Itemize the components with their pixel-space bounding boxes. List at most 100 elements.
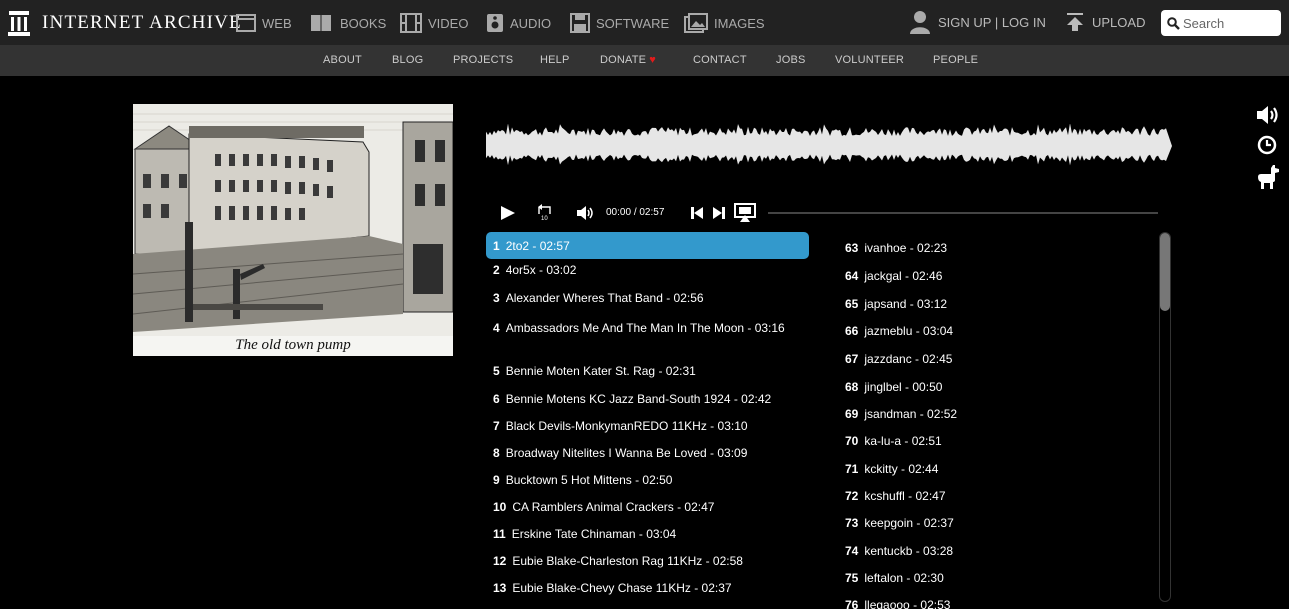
time-separator: / (633, 207, 637, 218)
nav-images-label: IMAGES (714, 15, 765, 31)
track-title: leftalon - 02:30 (864, 571, 944, 585)
nav-people[interactable]: PEOPLE (933, 54, 978, 66)
llama-icon[interactable] (1256, 164, 1282, 190)
playlist: 1 2to2 - 02:57 2 4or5x - 03:02 3 Alexander Wh… (486, 232, 1166, 609)
track-title: llegaooo - 02:53 (864, 598, 951, 609)
track-number: 9 (493, 473, 500, 487)
track-number: 69 (845, 407, 859, 421)
nav-donate[interactable]: DONATE ♥ (600, 54, 656, 66)
current-time: 00:00 (606, 207, 632, 218)
track-number: 3 (493, 291, 500, 305)
duration: 02:57 (639, 207, 665, 218)
track-title: kcshuffl - 02:47 (864, 489, 946, 503)
track-number: 66 (845, 324, 859, 338)
track-number: 65 (845, 297, 859, 311)
playlist-track[interactable]: 4 Ambassadors Me And The Man In The Moon … (493, 318, 811, 338)
volume-icon[interactable] (576, 205, 596, 221)
playlist-track[interactable]: 3 Alexander Wheres That Band - 02:56 (493, 291, 704, 305)
track-number: 5 (493, 364, 500, 378)
nav-contact[interactable]: CONTACT (693, 54, 747, 66)
playlist-track[interactable]: 1 2to2 - 02:57 (486, 232, 809, 259)
playlist-track[interactable]: 6 Bennie Motens KC Jazz Band-South 1924 -… (493, 392, 771, 406)
playlist-track[interactable]: 66 jazmeblu - 03:04 (845, 324, 953, 338)
playlist-track[interactable]: 12 Eubie Blake-Charleston Rag 11KHz - 02:… (493, 554, 743, 568)
playlist-track[interactable]: 5 Bennie Moten Kater St. Rag - 02:31 (493, 364, 696, 378)
nav-audio[interactable]: AUDIO (486, 11, 551, 35)
nav-about[interactable]: ABOUT (323, 54, 362, 66)
track-number: 75 (845, 571, 859, 585)
playlist-track[interactable]: 2 4or5x - 03:02 (493, 263, 576, 277)
playlist-track[interactable]: 70 ka-lu-a - 02:51 (845, 434, 942, 448)
track-title: Bennie Motens KC Jazz Band-South 1924 - … (505, 392, 772, 406)
playlist-track[interactable]: 76 llegaooo - 02:53 (845, 598, 950, 609)
playlist-track[interactable]: 67 jazzdanc - 02:45 (845, 352, 952, 366)
nav-books[interactable]: BOOKS (310, 11, 386, 35)
track-title: kentuckb - 03:28 (864, 544, 954, 558)
nav-images[interactable]: IMAGES (684, 11, 765, 35)
playlist-track[interactable]: 65 japsand - 03:12 (845, 297, 947, 311)
track-title: Ambassadors Me And The Man In The Moon -… (505, 321, 785, 335)
playlist-track[interactable]: 68 jinglbel - 00:50 (845, 380, 942, 394)
user-icon (910, 11, 930, 34)
playlist-track[interactable]: 11 Erskine Tate Chinaman - 03:04 (493, 527, 676, 541)
playlist-track[interactable]: 64 jackgal - 02:46 (845, 269, 942, 283)
clock-icon[interactable] (1256, 134, 1278, 156)
nav-jobs[interactable]: JOBS (776, 54, 806, 66)
track-title: ivanhoe - 02:23 (864, 241, 948, 255)
account-link[interactable]: SIGN UP | LOG IN (910, 8, 1046, 36)
track-title: jinglbel - 00:50 (864, 380, 943, 394)
track-title: Bennie Moten Kater St. Rag - 02:31 (505, 364, 696, 378)
waveform-shape (486, 124, 1172, 166)
nav-projects[interactable]: PROJECTS (453, 54, 513, 66)
progress-bar[interactable] (768, 212, 1158, 214)
secondary-nav-bar: ABOUT BLOG PROJECTS HELP DONATE ♥ CONTACT… (0, 45, 1289, 76)
track-title: Bucktown 5 Hot Mittens - 02:50 (505, 473, 673, 487)
nav-help[interactable]: HELP (540, 54, 570, 66)
track-title: Black Devils-MonkymanREDO 11KHz - 03:10 (505, 419, 748, 433)
play-icon[interactable] (500, 206, 516, 220)
playlist-track[interactable]: 69 jsandman - 02:52 (845, 407, 957, 421)
speaker-icon[interactable] (1256, 104, 1280, 126)
search-box[interactable] (1161, 10, 1281, 36)
nav-video[interactable]: VIDEO (400, 11, 468, 35)
track-number: 7 (493, 419, 500, 433)
search-input[interactable] (1183, 15, 1275, 31)
playlist-track[interactable]: 7 Black Devils-MonkymanREDO 11KHz - 03:10 (493, 419, 748, 433)
previous-track-icon[interactable] (690, 206, 704, 220)
playlist-track[interactable]: 72 kcshuffl - 02:47 (845, 489, 946, 503)
skip-back-10-icon[interactable]: 10 (536, 202, 554, 222)
playlist-track[interactable]: 10 CA Ramblers Animal Crackers - 02:47 (493, 500, 714, 514)
audio-waveform[interactable] (486, 124, 1172, 168)
nav-blog[interactable]: BLOG (392, 54, 423, 66)
playlist-track[interactable]: 75 leftalon - 02:30 (845, 571, 944, 585)
playlist-track[interactable]: 73 keepgoin - 02:37 (845, 516, 954, 530)
archive-temple-icon (8, 11, 30, 36)
nav-video-label: VIDEO (428, 15, 469, 31)
airplay-icon[interactable] (734, 203, 756, 223)
nav-software[interactable]: SOFTWARE (570, 11, 669, 35)
playlist-scrollbar-thumb[interactable] (1160, 233, 1170, 311)
search-icon (1167, 16, 1180, 30)
track-title: 2to2 - 02:57 (505, 239, 570, 253)
internet-archive-logo[interactable]: INTERNET ARCHIVE (8, 9, 242, 37)
track-title: Broadway Nitelites I Wanna Be Loved - 03… (505, 446, 748, 460)
playlist-track[interactable]: 9 Bucktown 5 Hot Mittens - 02:50 (493, 473, 672, 487)
nav-volunteer[interactable]: VOLUNTEER (835, 54, 904, 66)
nav-web[interactable]: WEB (236, 11, 292, 35)
track-number: 13 (493, 581, 507, 595)
track-number: 63 (845, 241, 859, 255)
next-track-icon[interactable] (712, 206, 726, 220)
track-number: 2 (493, 263, 500, 277)
upload-link[interactable]: UPLOAD (1066, 8, 1145, 36)
track-number: 71 (845, 462, 859, 476)
track-title: jazmeblu - 03:04 (864, 324, 954, 338)
town-sketch-illustration (133, 104, 453, 356)
playlist-track[interactable]: 13 Eubie Blake-Chevy Chase 11KHz - 02:37 (493, 581, 732, 595)
playlist-track[interactable]: 71 kckitty - 02:44 (845, 462, 938, 476)
playlist-track[interactable]: 74 kentuckb - 03:28 (845, 544, 953, 558)
track-title: CA Ramblers Animal Crackers - 02:47 (512, 500, 715, 514)
account-label: SIGN UP | LOG IN (938, 14, 1046, 30)
playlist-track[interactable]: 8 Broadway Nitelites I Wanna Be Loved - 0… (493, 446, 747, 460)
playlist-track[interactable]: 63 ivanhoe - 02:23 (845, 241, 947, 255)
track-number: 8 (493, 446, 500, 460)
